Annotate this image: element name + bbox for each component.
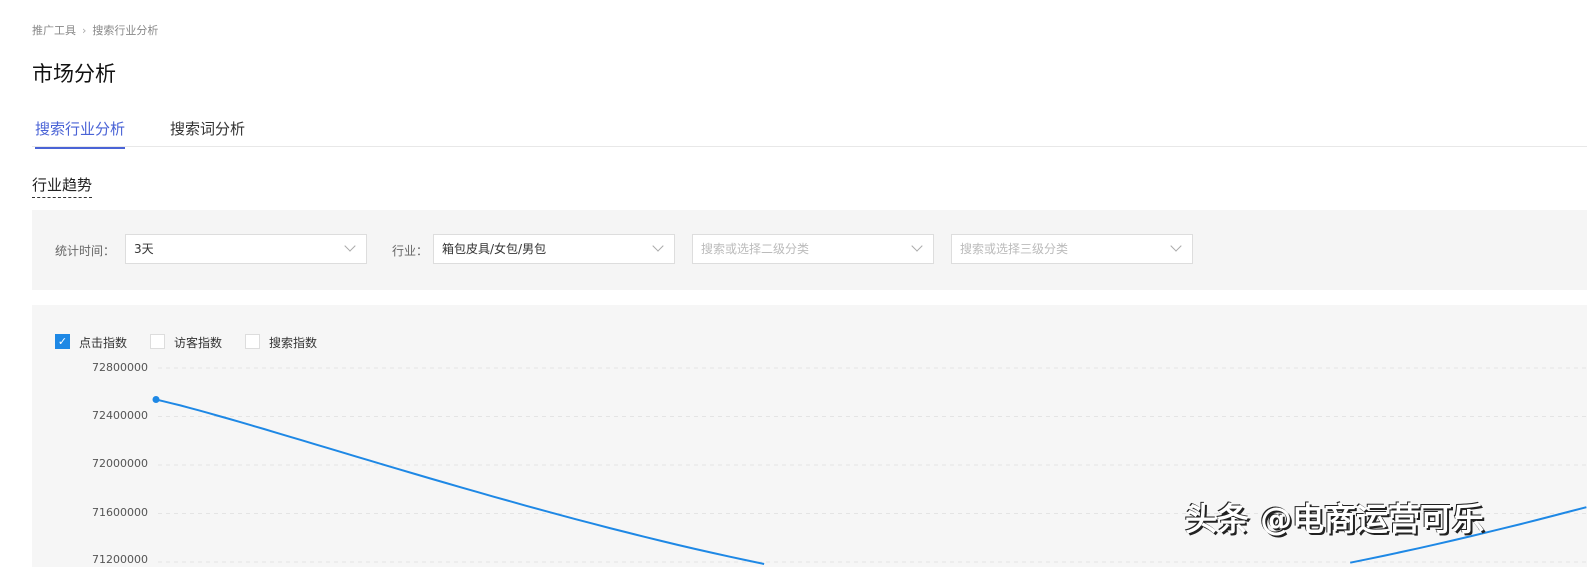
data-point[interactable]: [152, 396, 160, 404]
series-line-click-index: [155, 398, 765, 565]
watermark: 头条 @电商运营可乐: [1185, 500, 1485, 538]
line-chart: [152, 367, 1587, 565]
